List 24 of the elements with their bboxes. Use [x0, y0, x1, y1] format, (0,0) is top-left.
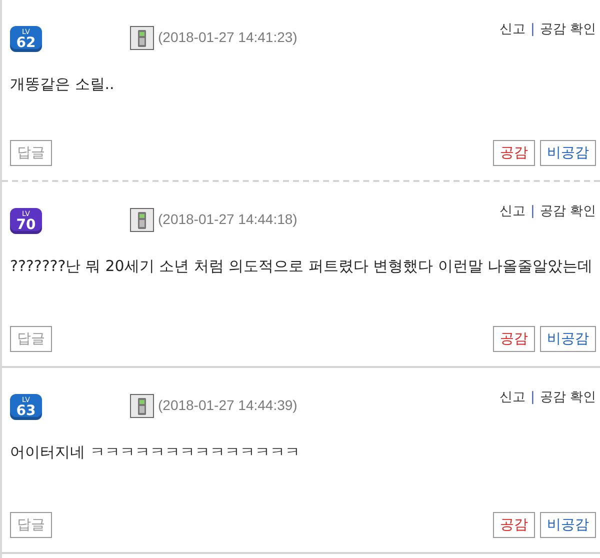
likes-link[interactable]: 공감 확인	[540, 20, 596, 38]
dislike-button[interactable]: 비공감	[540, 140, 596, 166]
dislike-button[interactable]: 비공감	[540, 326, 596, 352]
mobile-phone-icon	[130, 26, 154, 50]
comment-date: (2018-01-27 14:44:39)	[158, 397, 298, 413]
comment-text: 개똥같은 소릴..	[10, 74, 116, 95]
link-separator: |	[530, 22, 535, 36]
like-button[interactable]: 공감	[493, 512, 535, 538]
report-link[interactable]: 신고	[499, 388, 526, 406]
like-button[interactable]: 공감	[493, 326, 535, 352]
link-separator: |	[530, 204, 535, 218]
like-button[interactable]: 공감	[493, 140, 535, 166]
likes-link[interactable]: 공감 확인	[540, 388, 596, 406]
report-link[interactable]: 신고	[499, 20, 526, 38]
comment-text: 어이터지네 ㅋㅋㅋㅋㅋㅋㅋㅋㅋㅋㅋㅋㅋㅋ	[10, 442, 301, 463]
likes-link[interactable]: 공감 확인	[540, 202, 596, 220]
comment-date: (2018-01-27 14:44:18)	[158, 211, 298, 227]
mobile-phone-icon	[130, 208, 154, 232]
mobile-phone-icon	[130, 394, 154, 418]
comment-text: ???????난 뭐 20세기 소년 처럼 의도적으로 퍼트렸다 변형했다 이런말 나올줄알았는데	[10, 256, 594, 277]
comment-date: (2018-01-27 14:41:23)	[158, 29, 298, 45]
link-separator: |	[530, 390, 535, 404]
report-link[interactable]: 신고	[499, 202, 526, 220]
dislike-button[interactable]: 비공감	[540, 512, 596, 538]
